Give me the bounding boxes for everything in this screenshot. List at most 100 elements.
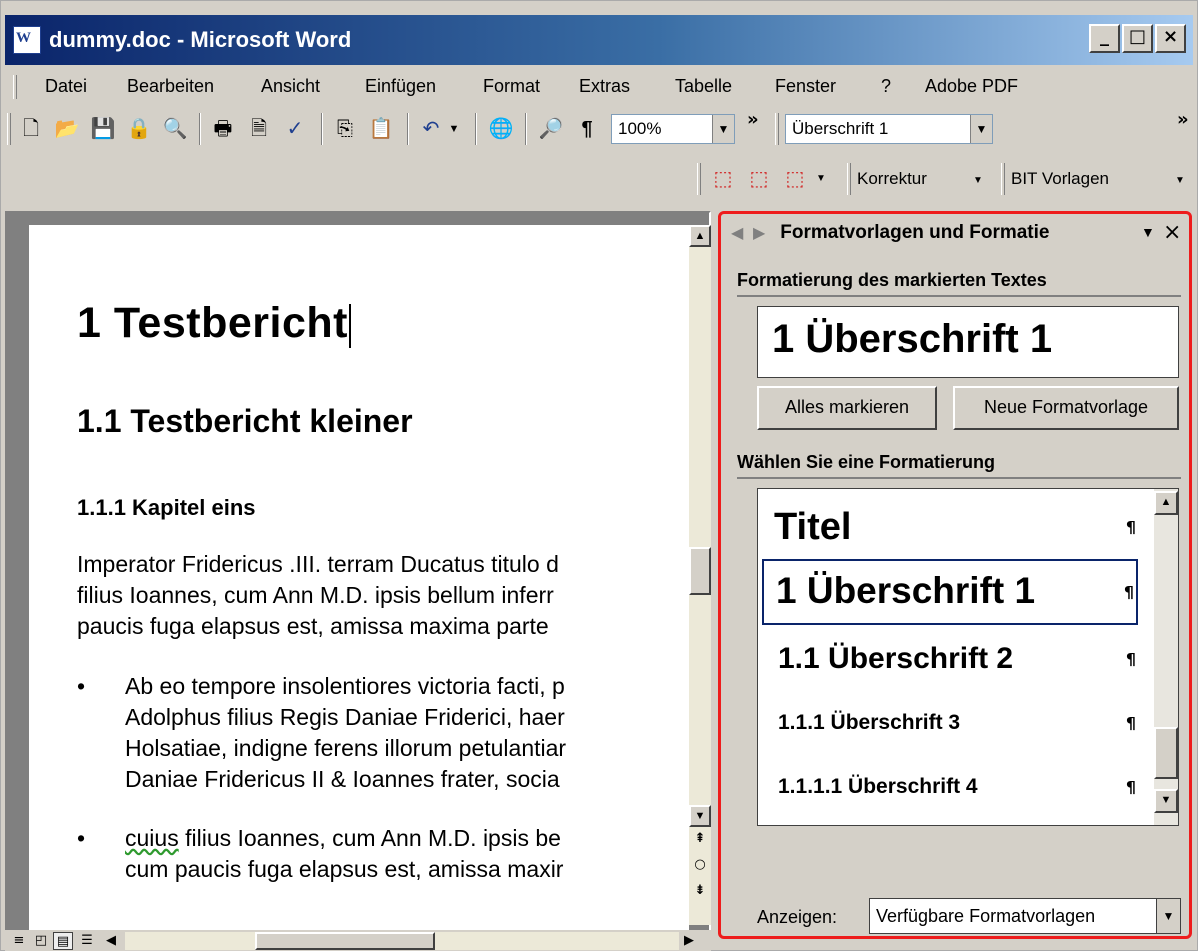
undo-icon[interactable]: ↶ — [415, 113, 447, 145]
back-arrow-icon[interactable]: ◀ — [731, 223, 753, 242]
document-vertical-scrollbar[interactable]: ▲ ▼ ⇞ ○ ⇟ — [689, 225, 711, 925]
bullet-line: Adolphus filius Regis Daniae Friderici, … — [125, 704, 565, 730]
style-list[interactable]: Titel ¶ 1 Überschrift 1 ¶ 1.1 Überschrift … — [757, 488, 1179, 826]
style-item-ueberschrift-4[interactable]: 1.1.1.1 Überschrift 4 ¶ — [762, 759, 1138, 815]
hyperlink-globe-icon[interactable]: 🌐 — [485, 113, 517, 145]
minimize-button[interactable]: _ — [1089, 24, 1120, 53]
toolbar-grip[interactable] — [697, 163, 701, 195]
horizontal-scroll-thumb[interactable] — [255, 932, 435, 950]
paste-icon[interactable]: 📋 — [365, 113, 397, 145]
task-pane-title[interactable]: Formatvorlagen und Formatie — [780, 222, 1049, 243]
toolbar-overflow-chevron[interactable]: » — [747, 111, 759, 129]
pilcrow-icon: ¶ — [1125, 649, 1136, 669]
scroll-thumb[interactable] — [689, 547, 711, 595]
close-button[interactable]: × — [1155, 24, 1186, 53]
horizontal-scroll-track[interactable] — [125, 932, 679, 950]
spelling-error-word[interactable]: cuius — [125, 825, 179, 851]
toolbar-separator — [475, 113, 477, 145]
scroll-right-icon[interactable]: ▶ — [679, 932, 699, 950]
scroll-thumb[interactable] — [1154, 727, 1178, 779]
normal-view-icon[interactable]: ≡ — [9, 932, 29, 950]
show-select[interactable]: Verfügbare Formatvorlagen ▼ — [869, 898, 1181, 934]
document-heading-2[interactable]: 1.1 Testbericht kleiner — [77, 403, 413, 440]
show-formatting-pilcrow-icon[interactable]: ¶ — [571, 113, 603, 145]
pdf-convert-icon[interactable]: ⬚ — [707, 163, 739, 195]
menu-fenster[interactable]: Fenster — [775, 76, 836, 97]
menu-format[interactable]: Format — [483, 76, 540, 97]
scroll-up-icon[interactable]: ▲ — [689, 225, 711, 247]
zoom-combobox[interactable]: 100% ▼ — [611, 114, 735, 144]
style-item-label: 1.1.1 Überschrift 3 — [778, 711, 961, 734]
word-app-icon[interactable]: W — [13, 26, 41, 54]
print-layout-view-icon[interactable]: ▤ — [53, 932, 73, 950]
korrektur-menu[interactable]: Korrektur — [857, 169, 927, 189]
print-preview-icon[interactable]: 🗎 — [243, 113, 275, 145]
menu-ansicht[interactable]: Ansicht — [261, 76, 320, 97]
save-icon[interactable]: 💾 — [87, 113, 119, 145]
style-combobox[interactable]: Überschrift 1 ▼ — [785, 114, 993, 144]
document-map-icon[interactable]: 🔎 — [535, 113, 567, 145]
formatting-overflow-chevron[interactable]: » — [1177, 111, 1189, 129]
web-view-icon[interactable]: ◰ — [31, 932, 51, 950]
show-label: Anzeigen: — [757, 907, 838, 927]
word-icon-glyph: W — [16, 30, 31, 46]
scroll-down-icon[interactable]: ▼ — [1154, 789, 1178, 813]
menu-datei[interactable]: Datei — [45, 76, 87, 97]
open-folder-icon[interactable]: 📂 — [51, 113, 83, 145]
pdf-dropdown-icon[interactable]: ▼ — [811, 163, 831, 195]
style-item-ueberschrift-2[interactable]: 1.1 Überschrift 2 ¶ — [762, 631, 1138, 687]
style-list-scrollbar[interactable]: ▲ ▼ — [1154, 489, 1178, 825]
style-item-ueberschrift-3[interactable]: 1.1.1 Überschrift 3 ¶ — [762, 695, 1138, 751]
title-bar[interactable]: W dummy.doc - Microsoft Word _ □ × — [5, 15, 1193, 65]
scroll-up-icon[interactable]: ▲ — [1154, 491, 1178, 515]
pilcrow-icon: ¶ — [1123, 582, 1134, 602]
outline-view-icon[interactable]: ☰ — [77, 932, 97, 950]
pdf-review-icon[interactable]: ⬚ — [779, 163, 811, 195]
copy-icon[interactable]: ⎘ — [329, 113, 361, 145]
next-page-icon[interactable]: ⇟ — [691, 883, 709, 898]
menu-einfuegen[interactable]: Einfügen — [365, 76, 436, 97]
select-all-button[interactable]: Alles markieren — [757, 386, 937, 430]
chevron-down-icon[interactable]: ▼ — [970, 115, 992, 143]
permission-icon[interactable]: 🔒 — [123, 113, 155, 145]
bullet-marker: • — [77, 825, 86, 851]
document-heading-1[interactable]: 1 Testbericht — [77, 299, 351, 348]
style-item-ueberschrift-1[interactable]: 1 Überschrift 1 ¶ — [762, 559, 1138, 625]
search-files-icon[interactable]: 🔍 — [159, 113, 191, 145]
chevron-down-icon[interactable]: ▼ — [973, 175, 983, 186]
style-item-titel[interactable]: Titel ¶ — [762, 499, 1138, 555]
document-paragraph[interactable]: Imperator Fridericus .III. terram Ducatu… — [77, 549, 559, 642]
chevron-down-icon[interactable]: ▼ — [1175, 175, 1185, 186]
toolbar-grip[interactable] — [847, 163, 851, 195]
maximize-button[interactable]: □ — [1122, 24, 1153, 53]
menu-grip[interactable] — [13, 75, 17, 99]
chevron-down-icon[interactable]: ▼ — [712, 115, 734, 143]
toolbar-grip[interactable] — [7, 113, 11, 145]
paragraph-line: paucis fuga elapsus est, amissa maxima p… — [77, 613, 549, 639]
chevron-down-icon[interactable]: ▼ — [1156, 899, 1180, 933]
new-style-button[interactable]: Neue Formatvorlage — [953, 386, 1179, 430]
task-pane-dropdown-icon[interactable]: ▼ — [1141, 224, 1155, 240]
select-browse-object-icon[interactable]: ○ — [691, 857, 709, 872]
bit-vorlagen-menu[interactable]: BIT Vorlagen — [1011, 169, 1109, 189]
pdf-email-icon[interactable]: ⬚ — [743, 163, 775, 195]
menu-adobe-pdf[interactable]: Adobe PDF — [925, 76, 1018, 97]
menu-help[interactable]: ? — [881, 76, 891, 97]
new-document-icon[interactable]: 🗋 — [15, 113, 47, 145]
print-icon[interactable]: 🖶 — [207, 113, 239, 145]
toolbar-grip[interactable] — [775, 113, 779, 145]
forward-arrow-icon[interactable]: ▶ — [753, 223, 775, 242]
task-pane-close-icon[interactable]: × — [1163, 220, 1181, 245]
menu-bearbeiten[interactable]: Bearbeiten — [127, 76, 214, 97]
scroll-down-icon[interactable]: ▼ — [689, 805, 711, 827]
previous-page-icon[interactable]: ⇞ — [691, 831, 709, 846]
view-bar: ≡ ◰ ▤ ☰ ◀ ▶ — [5, 930, 711, 951]
document-heading-3[interactable]: 1.1.1 Kapitel eins — [77, 495, 256, 521]
toolbar-grip[interactable] — [1001, 163, 1005, 195]
menu-tabelle[interactable]: Tabelle — [675, 76, 732, 97]
menu-extras[interactable]: Extras — [579, 76, 630, 97]
scroll-left-icon[interactable]: ◀ — [101, 932, 121, 950]
document-page[interactable]: 1 Testbericht 1.1 Testbericht kleiner 1.… — [29, 225, 689, 937]
undo-dropdown-icon[interactable]: ▼ — [445, 113, 463, 145]
spelling-check-icon[interactable]: ✓ — [279, 113, 311, 145]
